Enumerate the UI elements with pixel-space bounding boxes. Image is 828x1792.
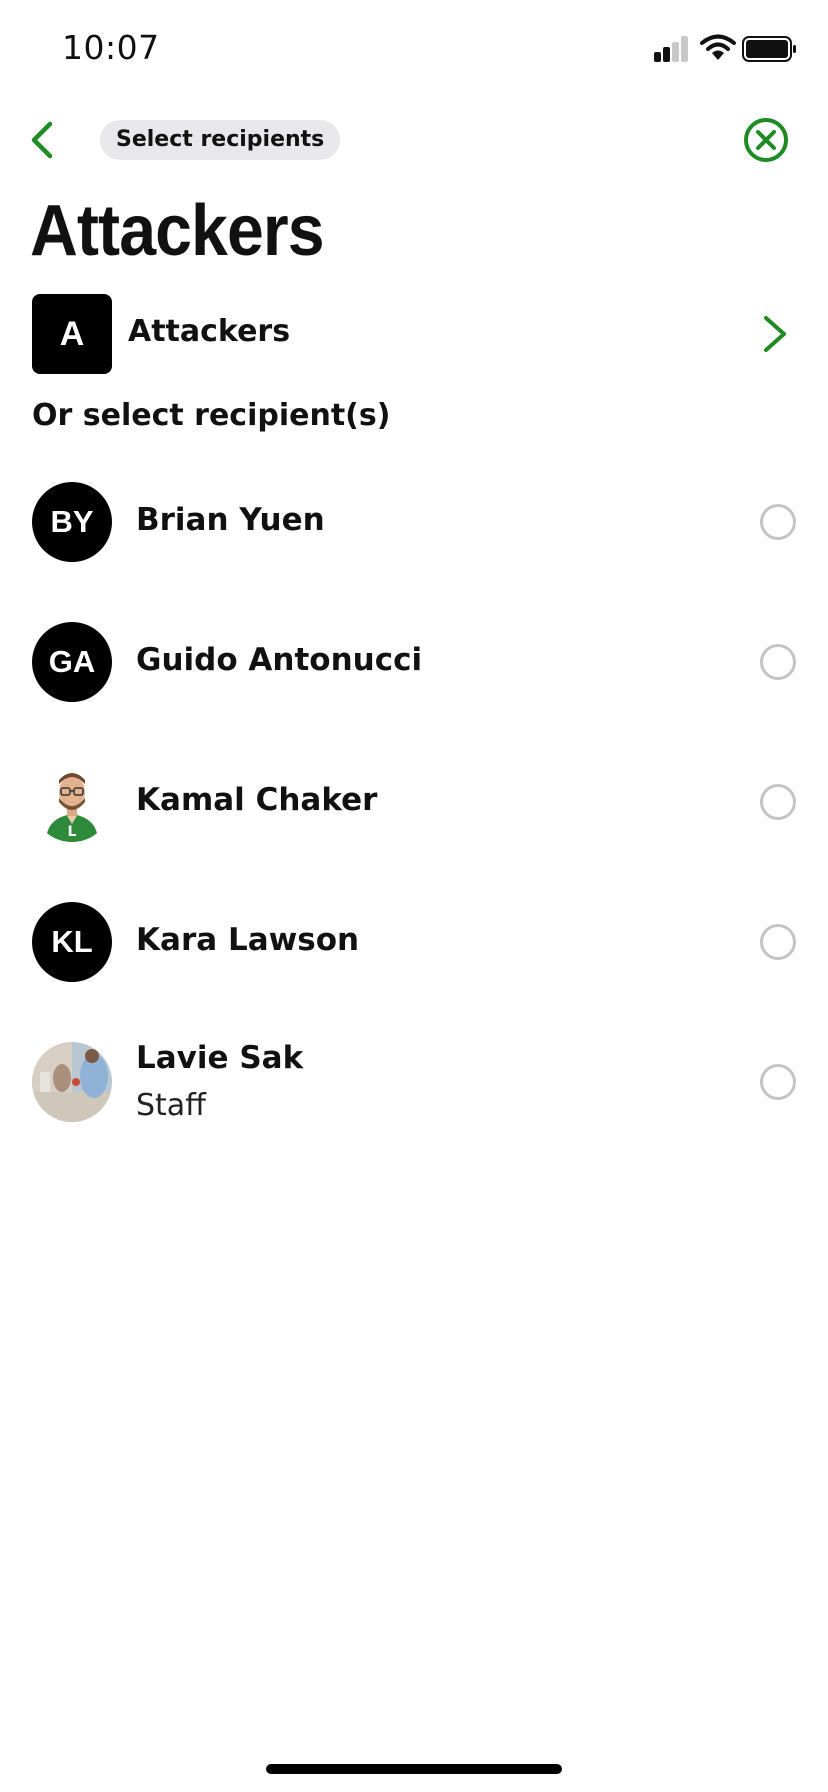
avatar: BY bbox=[32, 482, 112, 562]
home-indicator bbox=[266, 1764, 562, 1774]
recipient-name: Brian Yuen bbox=[136, 502, 325, 538]
radio-button[interactable] bbox=[760, 504, 796, 540]
radio-button[interactable] bbox=[760, 644, 796, 680]
recipient-row-kamal-chaker[interactable]: L Kamal Chaker bbox=[32, 762, 802, 902]
avatar: KL bbox=[32, 902, 112, 982]
select-recipients-pill[interactable]: Select recipients bbox=[100, 120, 341, 160]
group-avatar: A bbox=[32, 294, 112, 374]
radio-button[interactable] bbox=[760, 784, 796, 820]
avatar-illustration: L bbox=[32, 762, 112, 842]
group-row-attackers[interactable]: A Attackers bbox=[32, 294, 796, 374]
close-icon[interactable] bbox=[742, 116, 790, 164]
recipient-role: Staff bbox=[136, 1088, 206, 1123]
recipient-row-guido-antonucci[interactable]: GA Guido Antonucci bbox=[32, 622, 802, 762]
recipient-row-kara-lawson[interactable]: KL Kara Lawson bbox=[32, 902, 802, 1042]
section-label: Or select recipient(s) bbox=[32, 398, 391, 433]
status-time: 10:07 bbox=[62, 28, 160, 67]
radio-button[interactable] bbox=[760, 924, 796, 960]
recipient-row-lavie-sak[interactable]: Lavie Sak Staff bbox=[32, 1040, 802, 1182]
photo-icon bbox=[32, 1042, 112, 1122]
nav-bar: Select recipients bbox=[0, 110, 828, 170]
recipient-list: BY Brian Yuen GA Guido Antonucci L Kamal… bbox=[32, 482, 802, 1182]
wifi-icon bbox=[700, 34, 736, 60]
recipient-name: Kamal Chaker bbox=[136, 782, 378, 818]
avatar-photo bbox=[32, 1042, 112, 1122]
person-illustration-icon: L bbox=[32, 762, 112, 842]
recipient-row-brian-yuen[interactable]: BY Brian Yuen bbox=[32, 482, 802, 622]
recipient-name: Lavie Sak bbox=[136, 1040, 304, 1076]
page-title: Attackers bbox=[30, 191, 325, 271]
back-chevron-icon[interactable] bbox=[22, 118, 66, 162]
status-bar: 10:07 bbox=[0, 0, 828, 100]
chevron-right-icon bbox=[764, 316, 786, 352]
avatar: GA bbox=[32, 622, 112, 702]
svg-text:L: L bbox=[68, 824, 77, 840]
group-name: Attackers bbox=[128, 314, 291, 349]
cellular-signal-icon bbox=[654, 36, 690, 62]
radio-button[interactable] bbox=[760, 1064, 796, 1100]
recipient-name: Kara Lawson bbox=[136, 922, 360, 958]
recipient-name: Guido Antonucci bbox=[136, 642, 423, 678]
battery-icon bbox=[742, 36, 796, 62]
